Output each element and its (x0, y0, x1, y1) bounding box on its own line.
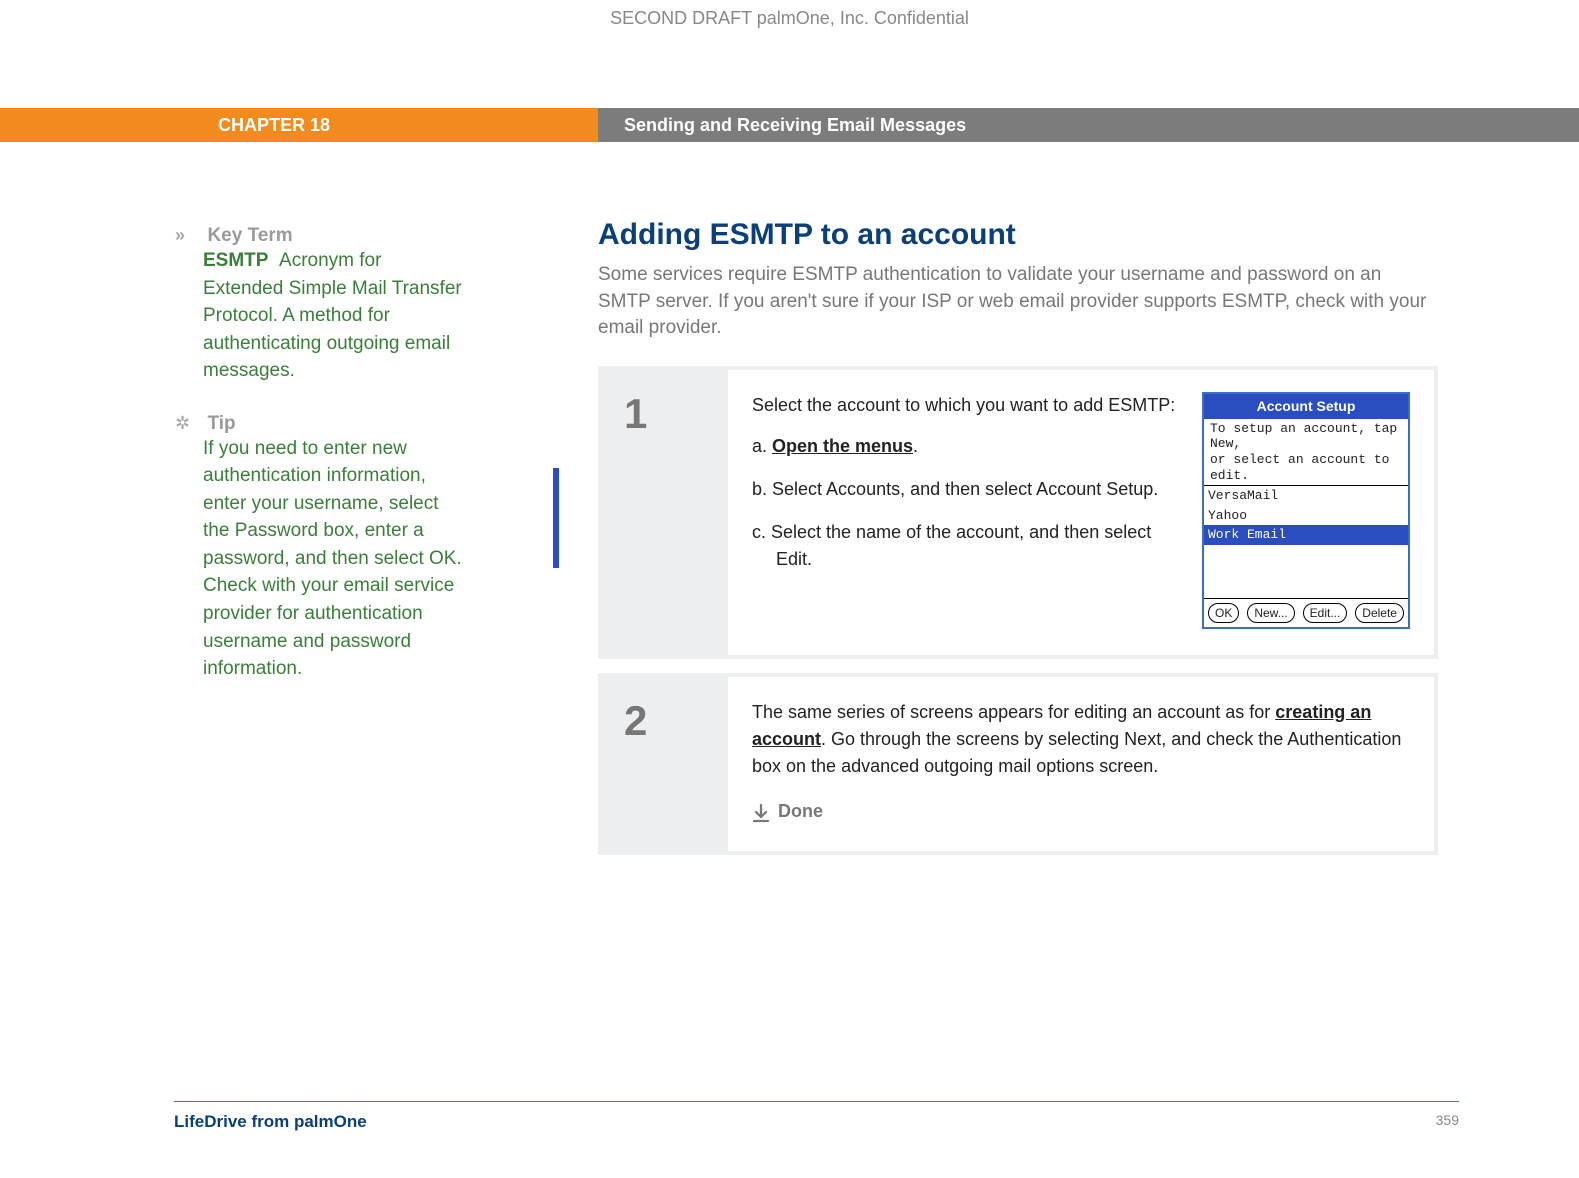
step-1-c: c. Select the name of the account, and t… (752, 519, 1182, 573)
tip-body: If you need to enter new authentication … (203, 435, 465, 683)
step-1-b: b. Select Accounts, and then select Acco… (752, 476, 1182, 503)
watermark-text: SECOND DRAFT palmOne, Inc. Confidential (0, 8, 1579, 29)
device-new-button[interactable]: New... (1247, 603, 1294, 623)
device-list-item-selected[interactable]: Work Email (1204, 525, 1408, 545)
keyterm-block: » Key Term ESMTP Acronym for Extended Si… (175, 225, 465, 385)
chapter-bar: CHAPTER 18 Sending and Receiving Email M… (0, 108, 1579, 142)
step-2-text: The same series of screens appears for e… (752, 699, 1410, 780)
step-1: 1 Select the account to which you want t… (598, 366, 1438, 659)
device-button-row: OK New... Edit... Delete (1204, 598, 1408, 627)
step-2: 2 The same series of screens appears for… (598, 673, 1438, 855)
chapter-title: Sending and Receiving Email Messages (598, 108, 1579, 142)
step-1-intro: Select the account to which you want to … (752, 392, 1182, 419)
main-content: Adding ESMTP to an account Some services… (598, 218, 1438, 869)
sidebar: » Key Term ESMTP Acronym for Extended Si… (175, 225, 465, 711)
section-title: Adding ESMTP to an account (598, 218, 1438, 252)
device-account-list: VersaMail Yahoo Work Email (1204, 486, 1408, 598)
keyterm-icon: » (175, 225, 203, 246)
page-footer: LifeDrive from palmOne 359 (174, 1101, 1459, 1132)
keyterm-label: Key Term (207, 225, 292, 246)
device-ok-button[interactable]: OK (1208, 603, 1239, 623)
step-1-number: 1 (598, 370, 728, 655)
footer-page-number: 359 (1436, 1112, 1459, 1132)
device-list-item[interactable]: VersaMail (1204, 486, 1408, 506)
keyterm-term: ESMTP (203, 250, 268, 271)
keyterm-body: ESMTP Acronym for Extended Simple Mail T… (203, 247, 465, 385)
open-menus-link[interactable]: Open the menus (772, 436, 913, 456)
device-title: Account Setup (1204, 394, 1408, 419)
done-arrow-icon (752, 803, 770, 821)
done-row: Done (752, 798, 1410, 825)
device-delete-button[interactable]: Delete (1355, 603, 1404, 623)
tip-label: Tip (207, 413, 235, 434)
device-list-item[interactable]: Yahoo (1204, 506, 1408, 526)
tip-block: ✲ Tip If you need to enter new authentic… (175, 413, 465, 683)
section-intro: Some services require ESMTP authenticati… (598, 262, 1438, 342)
step-2-body: The same series of screens appears for e… (728, 677, 1434, 851)
chapter-label: CHAPTER 18 (0, 108, 598, 142)
done-label: Done (778, 798, 823, 825)
device-edit-button[interactable]: Edit... (1303, 603, 1348, 623)
step-1-a: a. Open the menus. (752, 433, 1182, 460)
device-hint: To setup an account, tap New, or select … (1204, 419, 1408, 486)
step-2-number: 2 (598, 677, 728, 851)
step-1-body: Select the account to which you want to … (728, 370, 1434, 655)
device-screenshot: Account Setup To setup an account, tap N… (1202, 392, 1410, 629)
footer-product: LifeDrive from palmOne (174, 1112, 367, 1132)
tip-icon: ✲ (175, 413, 203, 434)
side-marker (553, 468, 559, 568)
